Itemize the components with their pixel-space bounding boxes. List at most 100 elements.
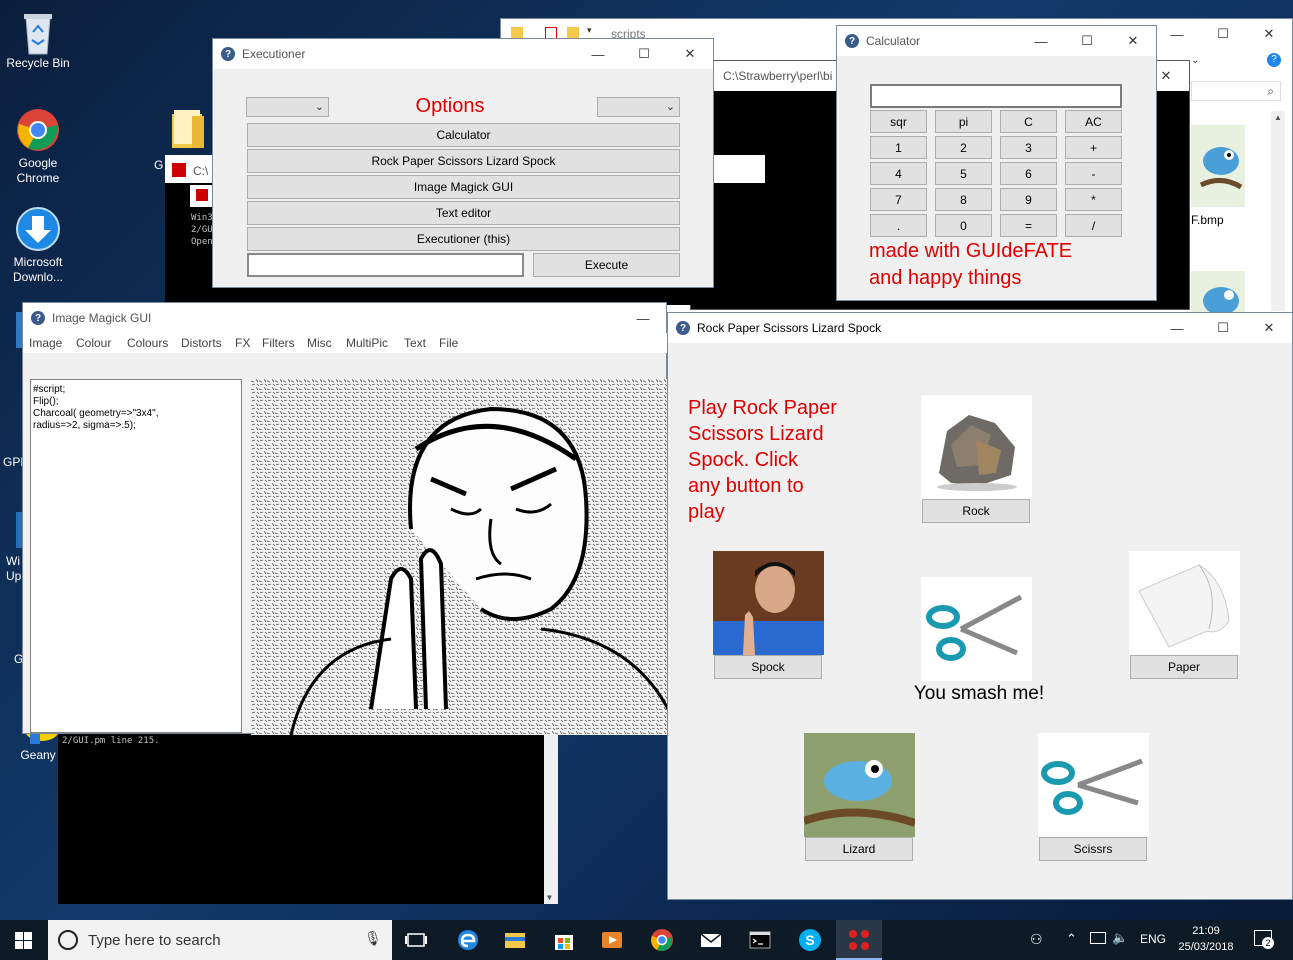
calc-key[interactable]: . bbox=[870, 214, 927, 237]
calc-key[interactable]: 4 bbox=[870, 162, 927, 185]
execute-button[interactable]: Execute bbox=[533, 253, 680, 277]
calc-key[interactable]: 5 bbox=[935, 162, 992, 185]
file-thumbnail-lizard-2[interactable] bbox=[1191, 271, 1245, 317]
people-icon[interactable]: ⚇ bbox=[1030, 931, 1043, 948]
help-icon[interactable]: ? bbox=[1267, 53, 1281, 67]
maximize-button[interactable]: ☐ bbox=[1200, 313, 1246, 343]
scissors-option[interactable]: Scissrs bbox=[1038, 733, 1150, 863]
paper-image[interactable] bbox=[1129, 551, 1240, 655]
calc-key[interactable]: - bbox=[1065, 162, 1122, 185]
search-input[interactable]: ⌕ bbox=[1191, 81, 1281, 101]
close-button[interactable]: ✕ bbox=[1110, 26, 1156, 56]
edge-icon[interactable] bbox=[456, 928, 480, 952]
chevron-down-icon[interactable]: ▾ bbox=[587, 25, 592, 36]
scissors-image[interactable] bbox=[1038, 733, 1149, 837]
language-indicator[interactable]: ENG bbox=[1140, 932, 1166, 946]
desktop-icon-folder[interactable] bbox=[170, 108, 206, 150]
rpsls-window[interactable]: ? Rock Paper Scissors Lizard Spock — ☐ ✕ P… bbox=[667, 312, 1293, 900]
action-center-button[interactable]: 2 bbox=[1254, 930, 1274, 949]
calc-key[interactable]: pi bbox=[935, 110, 992, 133]
menu-image[interactable]: Image bbox=[29, 336, 62, 350]
scissors-button[interactable]: Scissrs bbox=[1039, 837, 1147, 861]
start-button[interactable] bbox=[0, 920, 48, 960]
spock-image[interactable] bbox=[713, 551, 824, 655]
calc-key[interactable]: 3 bbox=[1000, 136, 1057, 159]
desktop-icon-recycle-bin[interactable]: Recycle Bin bbox=[1, 8, 75, 71]
calc-key[interactable]: 7 bbox=[870, 188, 927, 211]
lizard-image[interactable] bbox=[802, 733, 917, 837]
menu-multipic[interactable]: MultiPic bbox=[346, 336, 388, 350]
calc-key[interactable]: 8 bbox=[935, 188, 992, 211]
calc-key[interactable]: = bbox=[1000, 214, 1057, 237]
text-editor-button[interactable]: Text editor bbox=[247, 201, 680, 225]
close-button[interactable]: ✕ bbox=[1246, 19, 1292, 49]
spock-button[interactable]: Spock bbox=[714, 655, 822, 679]
executioner-button[interactable]: Executioner (this) bbox=[247, 227, 680, 251]
menu-fx[interactable]: FX bbox=[235, 336, 250, 350]
menu-text[interactable]: Text bbox=[404, 336, 426, 350]
menu-colour[interactable]: Colour bbox=[76, 336, 111, 350]
file-explorer-icon[interactable] bbox=[503, 928, 527, 952]
calc-key[interactable]: / bbox=[1065, 214, 1122, 237]
scrollbar[interactable]: ▼ bbox=[544, 730, 558, 904]
calc-key[interactable]: 0 bbox=[935, 214, 992, 237]
lizard-button[interactable]: Lizard bbox=[805, 837, 913, 861]
clock[interactable]: 21:09 25/03/2018 bbox=[1170, 923, 1242, 955]
store-icon[interactable] bbox=[552, 928, 576, 952]
scroll-up-icon[interactable]: ▲ bbox=[1274, 113, 1282, 122]
rpsls-button[interactable]: Rock Paper Scissors Lizard Spock bbox=[247, 149, 680, 173]
paper-option[interactable]: Paper bbox=[1129, 551, 1241, 681]
close-button[interactable]: ✕ bbox=[1246, 313, 1292, 343]
file-thumbnail-lizard[interactable] bbox=[1191, 125, 1245, 207]
volume-icon[interactable]: 🔈 bbox=[1112, 930, 1128, 946]
minimize-button[interactable]: — bbox=[575, 39, 621, 69]
calculator-button[interactable]: Calculator bbox=[247, 123, 680, 147]
maximize-button[interactable]: ☐ bbox=[621, 39, 667, 69]
calc-key[interactable]: C bbox=[1000, 110, 1057, 133]
maximize-button[interactable]: ☐ bbox=[1064, 26, 1110, 56]
console-window-bottom[interactable]: 2/GUI.pm line 215. ▼ bbox=[58, 720, 558, 904]
desktop-icon-chrome[interactable]: Google Chrome bbox=[1, 108, 75, 186]
menu-distorts[interactable]: Distorts bbox=[181, 336, 222, 350]
media-player-icon[interactable] bbox=[600, 928, 624, 952]
calc-key[interactable]: 9 bbox=[1000, 188, 1057, 211]
command-prompt-icon[interactable] bbox=[748, 928, 772, 952]
skype-icon[interactable]: S bbox=[798, 928, 822, 952]
image-magick-button[interactable]: Image Magick GUI bbox=[247, 175, 680, 199]
minimize-button[interactable]: — bbox=[1154, 313, 1200, 343]
rock-option[interactable]: Rock bbox=[921, 395, 1033, 525]
microphone-icon[interactable]: 🎙 bbox=[364, 930, 382, 947]
search-box[interactable]: Type here to search 🎙 bbox=[48, 920, 392, 960]
imagemagick-window[interactable]: ? Image Magick GUI — Image Colour Colour… bbox=[22, 302, 668, 735]
mail-icon[interactable] bbox=[699, 928, 723, 952]
executioner-window[interactable]: ? Executioner — ☐ ✕ ⌄ Options ⌄ Calculator… bbox=[212, 38, 714, 288]
calc-key[interactable]: sqr bbox=[870, 110, 927, 133]
chevron-down-icon[interactable]: ⌄ bbox=[1191, 55, 1199, 66]
spock-option[interactable]: Spock bbox=[713, 551, 825, 681]
chrome-taskbar-icon[interactable] bbox=[650, 928, 674, 952]
calc-key[interactable]: * bbox=[1065, 188, 1122, 211]
menu-file[interactable]: File bbox=[439, 336, 458, 350]
calculator-window[interactable]: ? Calculator — ☐ ✕ sqr pi C AC 1 2 3 +4 5 6- 7 8 9 *. 0 =… bbox=[836, 25, 1157, 301]
rock-button[interactable]: Rock bbox=[922, 499, 1030, 523]
scroll-down-icon[interactable]: ▼ bbox=[547, 893, 552, 902]
close-button[interactable]: ✕ bbox=[667, 39, 713, 69]
scrollbar[interactable]: ▲ bbox=[1271, 111, 1285, 311]
rock-image[interactable] bbox=[921, 395, 1032, 499]
minimize-button[interactable]: — bbox=[620, 303, 666, 333]
calc-key[interactable]: 2 bbox=[935, 136, 992, 159]
minimize-button[interactable]: — bbox=[1154, 19, 1200, 49]
chevron-up-icon[interactable]: ⌃ bbox=[1066, 931, 1077, 947]
calc-key[interactable]: 1 bbox=[870, 136, 927, 159]
menu-filters[interactable]: Filters bbox=[262, 336, 295, 350]
desktop-icon-microsoft-download[interactable]: Microsoft Downlo... bbox=[1, 207, 75, 285]
task-view-icon[interactable] bbox=[404, 928, 428, 952]
script-editor[interactable]: #script; Flip(); Charcoal( geometry=>"3x… bbox=[30, 379, 242, 733]
right-dropdown[interactable]: ⌄ bbox=[597, 97, 680, 117]
calc-key[interactable]: 6 bbox=[1000, 162, 1057, 185]
menu-colours[interactable]: Colours bbox=[127, 336, 168, 350]
left-dropdown[interactable]: ⌄ bbox=[246, 97, 329, 117]
command-input[interactable] bbox=[247, 253, 524, 277]
menu-misc[interactable]: Misc bbox=[307, 336, 332, 350]
calc-key[interactable]: + bbox=[1065, 136, 1122, 159]
